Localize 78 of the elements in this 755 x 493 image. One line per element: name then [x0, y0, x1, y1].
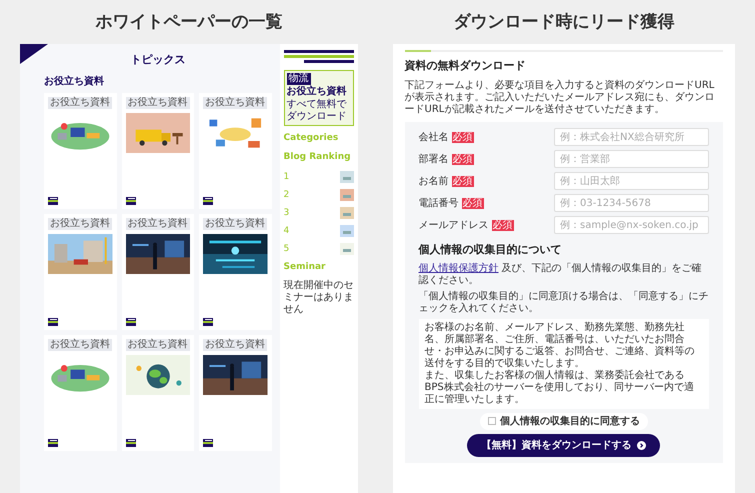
thumbnail-icon[interactable] — [340, 242, 354, 254]
checkbox[interactable] — [488, 417, 496, 425]
rank-number: 5 — [284, 244, 290, 254]
category-tag: お役立ち資料 — [203, 97, 267, 109]
corner-triangle-icon — [20, 44, 48, 64]
required-badge: 必須 — [452, 176, 474, 186]
article-card[interactable]: お役立ち資料 — [122, 93, 194, 209]
field-label: 会社名 — [418, 130, 449, 144]
privacy-link[interactable]: 個人情報保護方針 — [418, 262, 499, 274]
page-heading: ホワイトペーパーの一覧 — [94, 11, 284, 34]
page-heading: ダウンロード時にリード獲得 — [452, 11, 676, 34]
download-banner[interactable]: 物流 お役立ち資料 すべて無料でダウンロード — [284, 70, 354, 126]
form-title: 資料の無料ダウンロード — [404, 58, 527, 74]
category-tag: お役立ち資料 — [126, 218, 190, 230]
category-tag: お役立ち資料 — [203, 218, 267, 230]
logo-icon — [126, 318, 136, 326]
seminar-text: 現在開催中のセミナーはありません — [284, 280, 354, 316]
field-label: お名前 — [418, 174, 449, 188]
banner-title: お役立ち資料 — [286, 86, 348, 98]
field-label: 部署名 — [418, 152, 449, 166]
sidebar-heading: Blog Ranking — [284, 151, 352, 164]
article-card[interactable]: お役立ち資料 — [44, 214, 116, 330]
subsection-title: お役立ち資料 — [44, 74, 105, 89]
category-tag: お役立ち資料 — [48, 218, 112, 230]
input-field[interactable]: 例：山田太郎 — [554, 172, 709, 190]
category-tag: お役立ち資料 — [126, 339, 190, 351]
rank-number: 1 — [284, 172, 290, 182]
download-button[interactable]: 【無料】資料をダウンロードする — [467, 434, 660, 456]
logo-icon — [48, 439, 58, 447]
category-tag: お役立ち資料 — [48, 97, 112, 109]
intro-text: 下記フォームより、必要な項目を入力すると資料のダウンロードURLが表示されます。ご記入いただいたメールアドレス宛にも、ダウンロードURLが記載されたメールを送付させていただきます。 — [404, 80, 716, 116]
article-card[interactable]: お役立ち資料 — [44, 335, 116, 451]
article-card[interactable]: お役立ち資料 — [122, 214, 194, 330]
logo-icon — [203, 197, 213, 205]
article-card[interactable]: お役立ち資料 — [122, 335, 194, 451]
input-field[interactable]: 例：sample@nx-soken.co.jp — [554, 216, 709, 234]
input-field[interactable]: 例：株式会社NX総合研究所 — [554, 128, 709, 146]
input-field[interactable]: 例：営業部 — [554, 150, 709, 168]
rank-number: 3 — [284, 208, 290, 218]
privacy-note: 個人情報保護方針 及び、下記の「個人情報の収集目的」をご確認ください。 — [418, 262, 703, 286]
consent-checkbox[interactable]: 個人情報の収集目的に同意する — [480, 412, 648, 430]
required-badge: 必須 — [452, 132, 474, 142]
rank-number: 2 — [284, 190, 290, 200]
logo-icon — [203, 318, 213, 326]
input-field[interactable]: 例：03-1234-5678 — [554, 194, 709, 212]
arrow-circle-icon — [637, 440, 646, 450]
category-tag: お役立ち資料 — [126, 97, 190, 109]
privacy-title: 個人情報の収集目的について — [418, 242, 563, 258]
required-badge: 必須 — [452, 154, 474, 164]
banner-subtitle: すべて無料でダウンロード — [286, 98, 348, 122]
stripes-drawing — [284, 50, 354, 64]
sidebar-heading: Seminar — [284, 260, 326, 274]
privacy-note: 「個人情報の収集目的」に同意頂ける場合は、「同意する」にチェックを入れてください。 — [418, 290, 709, 314]
thumbnail-icon[interactable] — [340, 170, 354, 182]
field-label: メールアドレス — [418, 218, 489, 232]
privacy-text: また、収集したお客様の個人情報は、業務委託会社であるBPS株式会社のサーバーを使用しており、同サーバー内で適正に管理いたします。 — [424, 370, 695, 406]
banner-badge: 物流 — [286, 72, 311, 84]
rank-number: 4 — [284, 226, 290, 236]
logo-icon — [48, 318, 58, 326]
logo-icon — [48, 197, 58, 205]
thumbnail-icon[interactable] — [340, 224, 354, 236]
article-card[interactable]: お役立ち資料 — [199, 335, 272, 451]
privacy-text: お客様のお名前、メールアドレス、勤務先業態、勤務先社名、所属部署名、ご住所、電話番号は、いただいたお問合せ・お申込みに関するご返答、お問合せ、ご連絡、資料等の送付をする目的で収集いたします。 — [424, 322, 696, 370]
required-badge: 必須 — [492, 220, 514, 230]
logo-icon — [203, 439, 213, 447]
sidebar-heading: Categories — [284, 132, 340, 144]
field-label: 電話番号 — [418, 196, 459, 210]
article-card[interactable]: お役立ち資料 — [44, 93, 116, 209]
category-tag: お役立ち資料 — [48, 339, 112, 351]
required-badge: 必須 — [462, 198, 484, 208]
article-card[interactable]: お役立ち資料 — [199, 93, 272, 209]
logo-icon — [126, 439, 136, 447]
logo-icon — [126, 197, 136, 205]
thumbnail-icon[interactable] — [340, 206, 354, 218]
category-tag: お役立ち資料 — [203, 339, 267, 351]
thumbnail-icon[interactable] — [340, 188, 354, 200]
section-title: トピックス — [129, 52, 186, 68]
article-card[interactable]: お役立ち資料 — [199, 214, 272, 330]
